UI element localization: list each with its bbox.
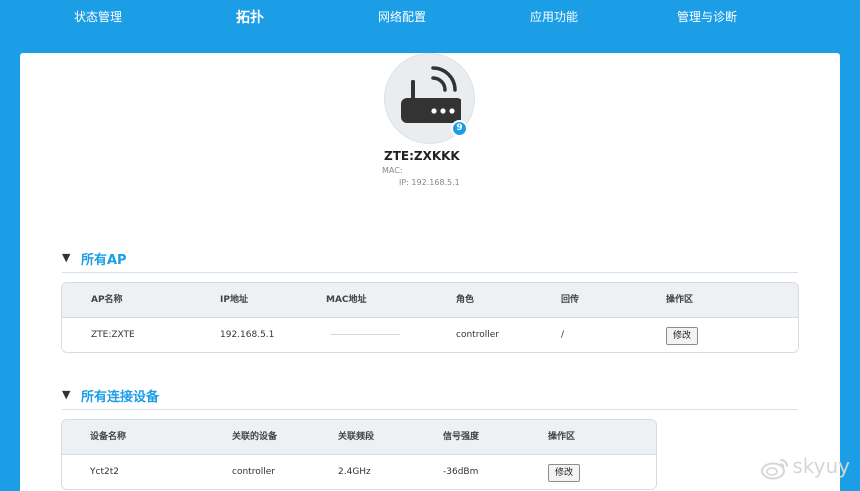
device-signal-cell: -36dBm: [443, 467, 479, 477]
device-name-cell: Yct2t2: [90, 467, 119, 477]
ap-mac-redacted: [330, 334, 400, 335]
ap-backhaul-cell: /: [561, 330, 565, 340]
col-signal: 信号强度: [443, 432, 480, 442]
col-band: 关联频段: [338, 432, 375, 442]
router-ip: IP: 192.168.5.1: [399, 178, 460, 187]
col-ip: IP地址: [220, 295, 248, 305]
weibo-icon: [761, 458, 789, 479]
router-icon: [401, 66, 461, 123]
devices-section-header[interactable]: ▼ 所有连接设备: [62, 386, 798, 410]
ap-table-header: AP名称 IP地址 MAC地址 角色 回传 操作区: [62, 283, 798, 318]
col-mac: MAC地址: [326, 295, 367, 305]
watermark: skyuy: [760, 454, 850, 480]
table-row: ZTE:ZXTE 192.168.5.1 controller / 修改: [62, 318, 798, 352]
devices-table-header: 设备名称 关联的设备 关联频段 信号强度 操作区: [62, 420, 656, 455]
col-device-name: 设备名称: [90, 432, 127, 442]
ap-ip-cell: 192.168.5.1: [220, 330, 275, 340]
col-backhaul: 回传: [561, 295, 580, 305]
watermark-text: skyuy: [792, 454, 850, 478]
col-assoc-device: 关联的设备: [232, 432, 278, 442]
edit-device-button[interactable]: 修改: [548, 464, 581, 482]
nav-management-diagnostics[interactable]: 管理与诊断: [677, 8, 737, 25]
ap-section-title: 所有AP: [81, 253, 127, 268]
collapse-arrow-icon[interactable]: ▼: [62, 388, 70, 401]
nav-network-config[interactable]: 网络配置: [378, 8, 426, 25]
table-row: Yct2t2 controller 2.4GHz -36dBm 修改: [62, 455, 656, 489]
ap-section-header[interactable]: ▼ 所有AP: [62, 249, 798, 273]
ap-role-cell: controller: [456, 330, 499, 340]
ap-table: AP名称 IP地址 MAC地址 角色 回传 操作区 ZTE:ZXTE 192.1…: [61, 282, 799, 353]
top-navigation: 状态管理 拓扑 网络配置 应用功能 管理与诊断: [0, 0, 860, 36]
col-ops: 操作区: [666, 295, 694, 305]
collapse-arrow-icon[interactable]: ▼: [62, 251, 70, 264]
nav-topology[interactable]: 拓扑: [236, 7, 264, 27]
col-ops: 操作区: [548, 432, 576, 442]
device-count-badge: 9: [451, 120, 468, 137]
col-ap-name: AP名称: [91, 295, 123, 305]
devices-table: 设备名称 关联的设备 关联频段 信号强度 操作区 Yct2t2 controll…: [61, 419, 657, 490]
device-band-cell: 2.4GHz: [338, 467, 371, 477]
router-name: ZTE:ZXKKK: [384, 149, 460, 163]
col-role: 角色: [456, 295, 475, 305]
main-panel: 9 ZTE:ZXKKK MAC: IP: 192.168.5.1 ▼ 所有AP …: [20, 53, 840, 491]
device-assoc-cell: controller: [232, 467, 275, 477]
nav-applications[interactable]: 应用功能: [530, 8, 578, 25]
edit-ap-button[interactable]: 修改: [666, 327, 699, 345]
nav-status[interactable]: 状态管理: [74, 8, 122, 25]
router-mac: MAC:: [382, 166, 403, 175]
devices-section-title: 所有连接设备: [81, 390, 160, 405]
ap-name-cell: ZTE:ZXTE: [91, 330, 135, 340]
